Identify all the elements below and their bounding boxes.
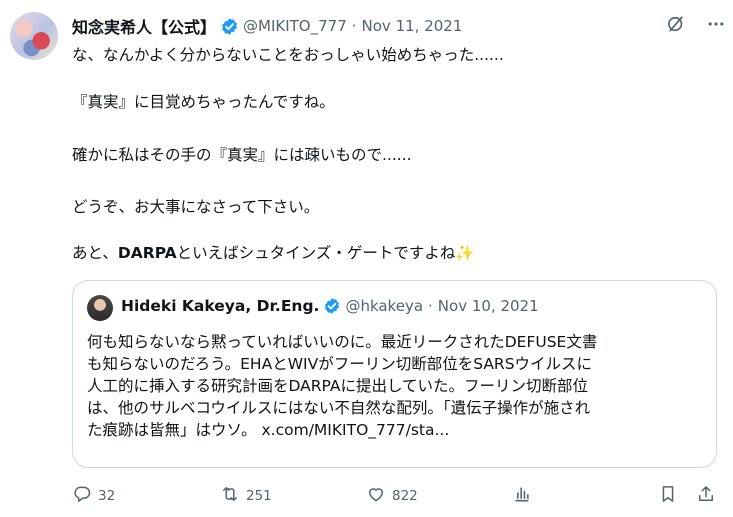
quoted-line: 人工的に挿入する研究計画をDARPAに提出していた。フーリン切断部位: [87, 377, 589, 395]
verified-badge-icon: [220, 17, 239, 36]
quoted-verified-badge-icon: [323, 297, 341, 315]
quoted-line: も知らないのだろう。EHAとWIVがフーリン切断部位をSARSウイルスに: [87, 355, 593, 373]
repost-count: 251: [246, 488, 272, 504]
tweet-line-4: どうぞ、お大事になさって下さい。: [72, 198, 320, 216]
quoted-line: は、他のサルベコウイルスにはない不自然な配列。「遺伝子操作が施され: [87, 399, 591, 417]
grok-icon[interactable]: [664, 12, 688, 36]
author-handle[interactable]: @MIKITO_777: [243, 17, 347, 35]
quoted-line: た痕跡は皆無」はウソ。 x.com/MIKITO_777/sta...: [87, 421, 450, 439]
tweet-line-5-prefix: あと、: [72, 244, 118, 262]
quoted-author-name[interactable]: Hideki Kakeya, Dr.Eng.: [121, 297, 319, 315]
quoted-separator-dot: ·: [428, 297, 433, 315]
tweet-actions: 32 251 822: [72, 484, 717, 516]
tweet-line-5-suffix: といえばシュタインズ・ゲートですよね: [176, 244, 456, 262]
tweet-header: 知念実希人【公式】 @MIKITO_777 · Nov 11, 2021: [72, 14, 462, 38]
share-button[interactable]: [696, 484, 716, 508]
repost-icon: [220, 484, 240, 508]
repost-button[interactable]: 251: [220, 484, 272, 508]
tweet-date[interactable]: Nov 11, 2021: [362, 17, 463, 35]
more-icon[interactable]: [704, 12, 728, 36]
bookmark-icon: [658, 484, 678, 508]
quoted-tweet-header: Hideki Kakeya, Dr.Eng. @hkakeya · Nov 10…: [121, 297, 539, 315]
tweet-line-3: 確かに私はその手の『真実』には疎いもので......: [72, 146, 412, 164]
quoted-tweet-date[interactable]: Nov 10, 2021: [438, 297, 539, 315]
like-count: 822: [392, 488, 418, 504]
tweet-line-5: あと、DARPAといえばシュタインズ・ゲートですよね✨: [72, 242, 475, 264]
like-button[interactable]: 822: [366, 484, 418, 508]
sparkles-emoji: ✨: [455, 244, 475, 262]
reply-button[interactable]: 32: [72, 484, 115, 508]
reply-count: 32: [98, 488, 116, 504]
separator-dot: ·: [351, 17, 357, 35]
quoted-line: 何も知らないなら黙っていればいいのに。最近リークされたDEFUSE文書: [87, 333, 598, 351]
darpa-bold-text: DARPA: [117, 244, 177, 262]
quoted-author-handle[interactable]: @hkakeya: [345, 297, 423, 315]
quoted-tweet-text: 何も知らないなら黙っていればいいのに。最近リークされたDEFUSE文書 も知らな…: [87, 331, 707, 441]
tweet-top-actions: [664, 12, 728, 36]
author-avatar[interactable]: [10, 12, 58, 60]
author-name[interactable]: 知念実希人【公式】: [72, 14, 216, 38]
reply-icon: [72, 484, 92, 508]
like-icon: [366, 484, 386, 508]
quoted-tweet[interactable]: Hideki Kakeya, Dr.Eng. @hkakeya · Nov 10…: [72, 280, 717, 468]
views-button[interactable]: [512, 484, 532, 508]
views-icon: [512, 484, 532, 508]
tweet-line-2: 『真実』に目覚めちゃったんですね。: [72, 93, 335, 111]
share-icon: [696, 484, 716, 508]
quoted-author-avatar[interactable]: [87, 295, 113, 321]
tweet-line-1: な、なんかよく分からないことをおっしゃい始めちゃった......: [72, 46, 504, 64]
bookmark-button[interactable]: [658, 484, 678, 508]
